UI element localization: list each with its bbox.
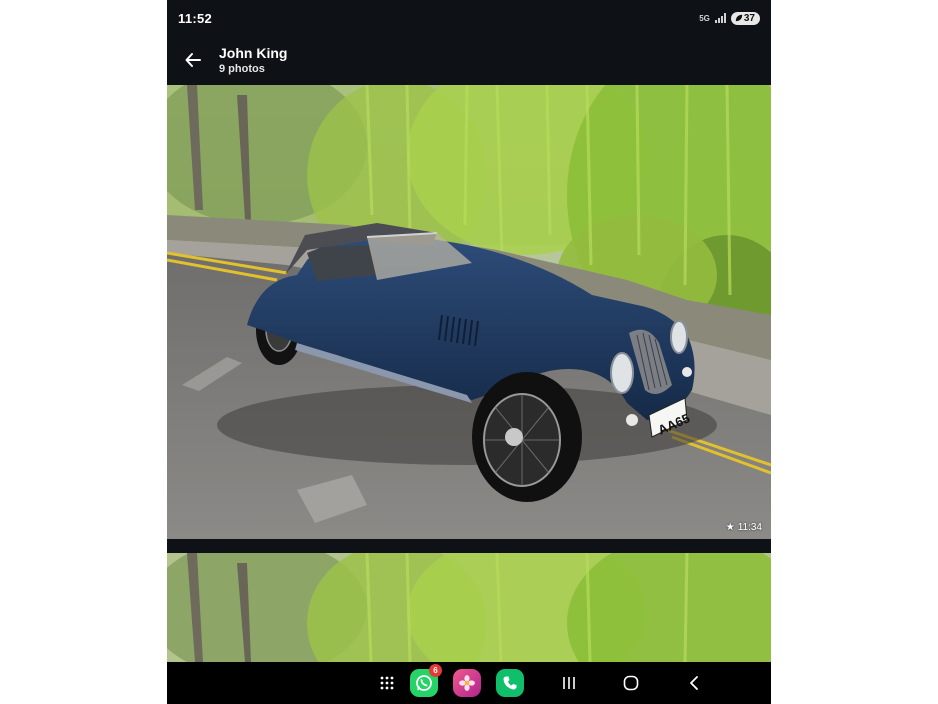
photo-meta: ★ 11:34: [726, 522, 762, 533]
signal-icon: [714, 13, 726, 23]
photo-timestamp: 11:34: [737, 522, 762, 533]
navigation-bar: 6: [167, 662, 771, 704]
contact-name: John King: [219, 44, 288, 61]
star-icon: ★: [725, 522, 735, 533]
status-time: 11:52: [178, 10, 213, 26]
whatsapp-icon: 6: [410, 664, 442, 697]
photo-item[interactable]: AA65 ★ 11:34: [167, 85, 771, 539]
battery-indicator: 37: [730, 11, 760, 25]
gallery-app[interactable]: [452, 662, 482, 704]
phone-app[interactable]: [495, 662, 525, 704]
photo-item[interactable]: [167, 553, 771, 662]
notification-badge: 6: [429, 664, 442, 677]
app-drawer-icon[interactable]: [375, 662, 399, 704]
whatsapp-app[interactable]: 6: [409, 662, 442, 704]
gallery-icon: [453, 669, 481, 697]
back-icon: [690, 676, 698, 690]
home-icon: [623, 675, 639, 691]
home-button[interactable]: [619, 662, 643, 704]
status-bar: 11:52 5G 37: [167, 0, 771, 36]
tree-photo: [167, 553, 771, 662]
recents-button[interactable]: [557, 662, 581, 704]
arrow-left-icon: [185, 53, 201, 67]
phone-screen: 11:52 5G 37 John King 9 photos AA65 ★ 11…: [167, 0, 771, 704]
recents-icon: [563, 677, 575, 689]
car-photo: AA65: [167, 85, 771, 539]
phone-icon: [496, 669, 524, 697]
grid-icon: [380, 676, 394, 690]
status-icons: 5G 37: [699, 11, 760, 25]
system-back-button[interactable]: [682, 662, 706, 704]
network-type-label: 5G: [699, 13, 710, 23]
leaf-icon: [735, 14, 743, 22]
header-title-block[interactable]: John King 9 photos: [219, 45, 287, 76]
photo-count: 9 photos: [219, 62, 265, 75]
battery-level: 37: [743, 12, 755, 24]
back-button[interactable]: [167, 36, 219, 84]
gallery-header: John King 9 photos: [167, 36, 771, 84]
